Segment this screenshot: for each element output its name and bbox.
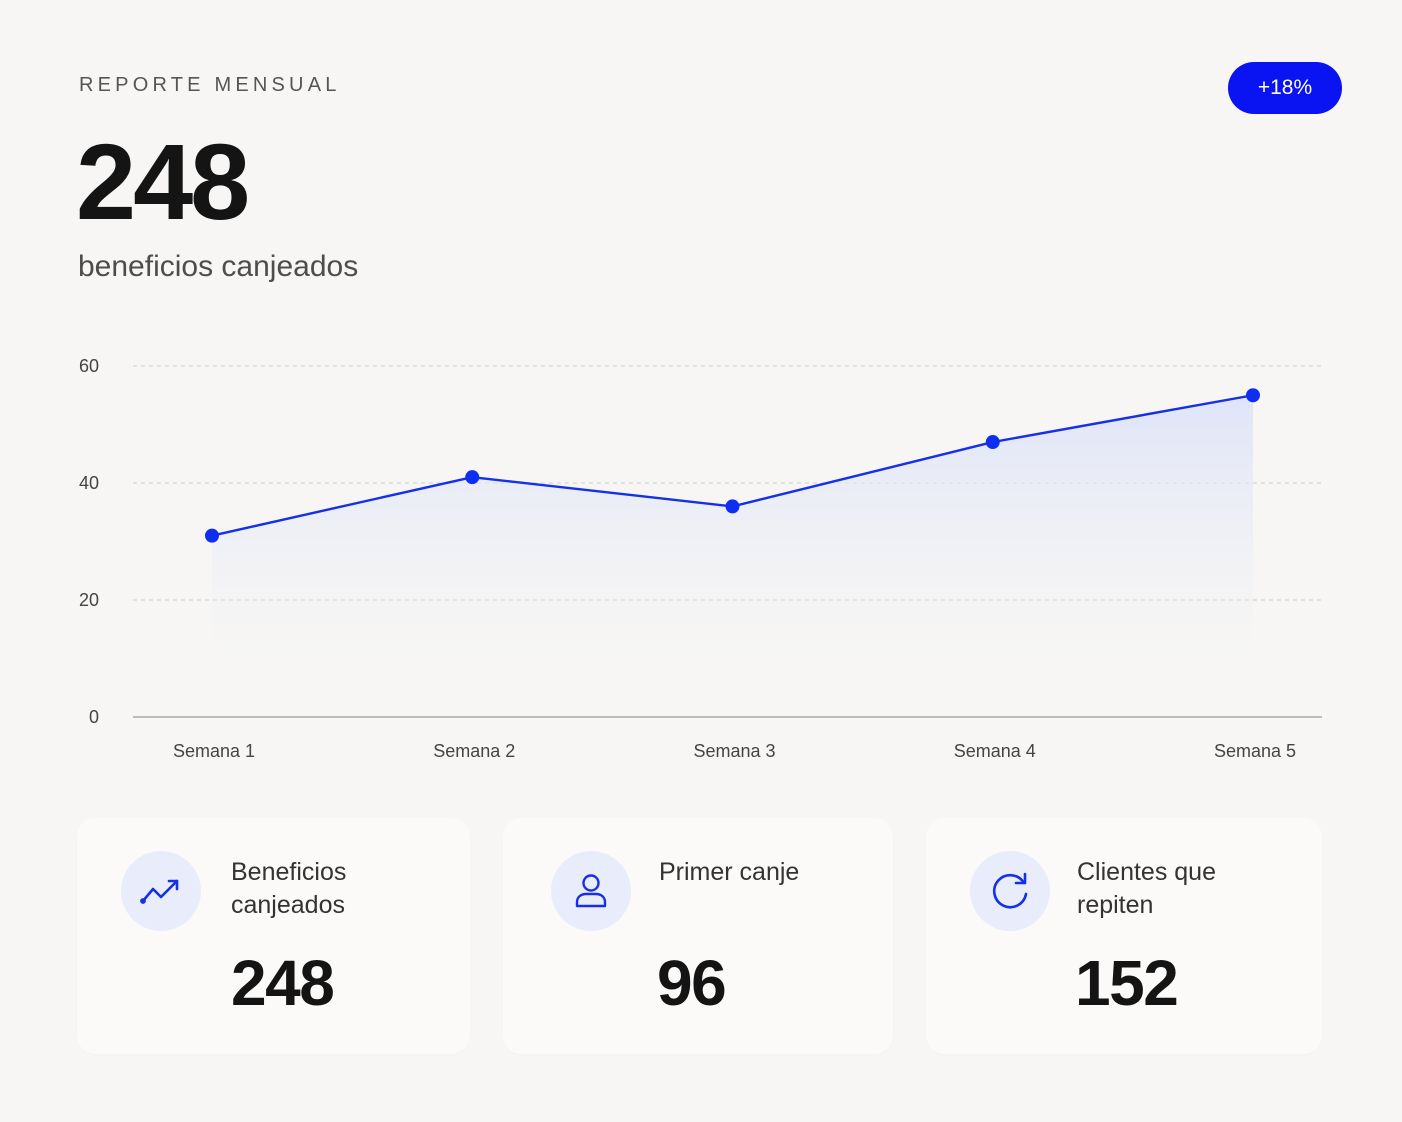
refresh-icon: [992, 872, 1028, 909]
card-label: Beneficios canjeados: [231, 858, 347, 919]
hero-label: beneficios canjeados: [78, 250, 359, 283]
x-tick-label: Semana 4: [954, 741, 1036, 761]
data-point: [205, 528, 219, 543]
data-point: [1246, 388, 1260, 403]
y-tick-label: 60: [79, 356, 99, 376]
report-kicker: REPORTE MENSUAL: [79, 74, 341, 96]
data-point: [725, 499, 740, 514]
card-value: 152: [1075, 947, 1179, 1019]
x-tick-label: Semana 5: [1214, 741, 1296, 761]
stat-card-clientes-repiten: Clientes que repiten 152: [926, 818, 1322, 1054]
stat-card-beneficios: Beneficios canjeados 248: [77, 818, 470, 1054]
card-label: Primer canje: [659, 858, 800, 886]
weekly-area-chart: 0 20 40 60 Semana 1 Semana 2 Semana 3 Semana 4…: [79, 356, 1322, 761]
growth-badge: +18%: [1228, 62, 1342, 114]
area-fill: [212, 395, 1253, 657]
icon-badge: [551, 851, 631, 931]
data-point: [985, 435, 1000, 450]
user-icon: [575, 874, 607, 908]
x-tick-label: Semana 3: [693, 741, 775, 761]
y-tick-label: 20: [79, 590, 99, 610]
monthly-report: REPORTE MENSUAL +18% 248 beneficios canj…: [0, 0, 1402, 1122]
trending-up-icon: [140, 879, 179, 904]
y-tick-label: 40: [79, 473, 99, 493]
stat-card-primer-canje: Primer canje 96: [503, 818, 893, 1054]
icon-badge: [970, 851, 1050, 931]
card-label: Clientes que repiten: [1077, 858, 1216, 919]
x-tick-label: Semana 2: [433, 741, 515, 761]
data-point: [465, 470, 480, 485]
card-value: 248: [231, 947, 335, 1019]
y-tick-label: 0: [89, 707, 99, 727]
card-value: 96: [657, 947, 727, 1019]
hero-value: 248: [76, 121, 250, 242]
icon-badge: [121, 851, 201, 931]
x-tick-label: Semana 1: [173, 741, 255, 761]
